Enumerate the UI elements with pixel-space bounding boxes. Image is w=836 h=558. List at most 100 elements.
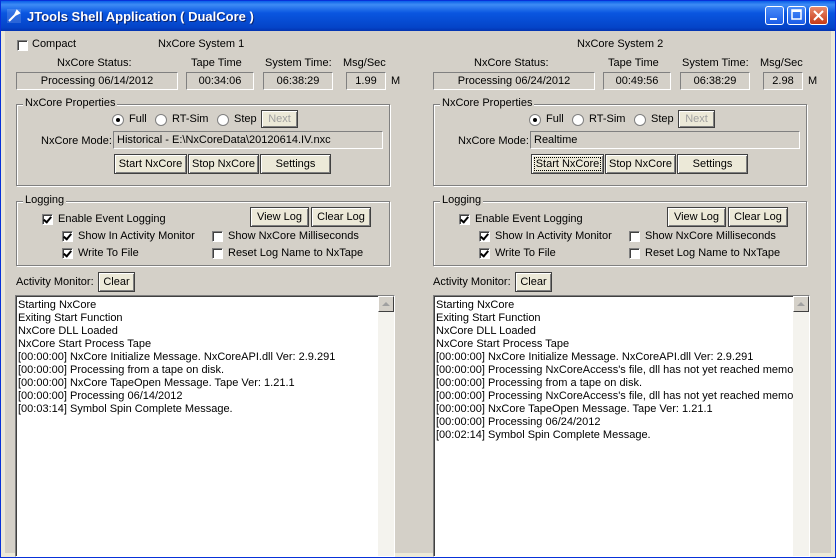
log-line: [00:02:14] Symbol Spin Complete Message. bbox=[436, 429, 651, 441]
show-ms-checkbox[interactable] bbox=[212, 231, 223, 242]
settings-button[interactable]: Settings bbox=[260, 154, 331, 174]
full-radio[interactable] bbox=[112, 114, 124, 126]
maximize-icon bbox=[791, 9, 802, 20]
write-file-label: Write To File bbox=[495, 247, 556, 259]
step-radio[interactable] bbox=[634, 114, 646, 126]
maximize-button[interactable] bbox=[787, 6, 806, 25]
show-ms-checkbox[interactable] bbox=[629, 231, 640, 242]
view-log-button[interactable]: View Log bbox=[667, 207, 726, 227]
activity-log-lines: Starting NxCore Exiting Start Function NxC… bbox=[16, 296, 394, 416]
log-line: [00:00:00] NxCore Initialize Message. Nx… bbox=[436, 351, 754, 363]
system-time-field: 06:38:29 bbox=[680, 72, 750, 90]
msg-sec-label: Msg/Sec bbox=[760, 57, 803, 69]
next-button[interactable]: Next bbox=[261, 110, 298, 128]
log-line: [00:00:00] Processing 06/24/2012 bbox=[436, 416, 601, 428]
start-nxcore-button[interactable]: Start NxCore bbox=[114, 154, 187, 174]
log-line: [00:00:00] Processing NxCoreAccess's fil… bbox=[436, 390, 803, 402]
step-label: Step bbox=[234, 113, 257, 125]
rtsim-radio[interactable] bbox=[155, 114, 167, 126]
step-radio[interactable] bbox=[217, 114, 229, 126]
show-ms-label: Show NxCore Milliseconds bbox=[645, 230, 776, 242]
activity-monitor-label: Activity Monitor: bbox=[433, 276, 511, 288]
log-line: [00:00:00] Processing 06/14/2012 bbox=[18, 390, 183, 402]
clear-log-button[interactable]: Clear Log bbox=[311, 207, 371, 227]
status-field: Processing 06/24/2012 bbox=[433, 72, 595, 90]
log-line: [00:00:00] Processing from a tape on dis… bbox=[436, 377, 643, 389]
activity-log-textarea[interactable]: Starting NxCore Exiting Start Function NxC… bbox=[433, 295, 810, 557]
clear-log-button[interactable]: Clear Log bbox=[728, 207, 788, 227]
enable-logging-label: Enable Event Logging bbox=[58, 213, 166, 225]
nxcore-properties-group: NxCore Properties Full RT-Sim Step Next … bbox=[16, 97, 390, 186]
show-activity-checkbox[interactable] bbox=[479, 231, 490, 242]
log-line: [00:00:00] NxCore Initialize Message. Nx… bbox=[18, 351, 336, 363]
status-field: Processing 06/14/2012 bbox=[16, 72, 178, 90]
nxcore-properties-title: NxCore Properties bbox=[440, 97, 535, 109]
title-bar[interactable]: JTools Shell Application ( DualCore ) bbox=[1, 1, 835, 31]
log-line: Exiting Start Function bbox=[18, 312, 123, 324]
msg-sec-unit: M bbox=[808, 75, 818, 87]
system-1-name: NxCore System 1 bbox=[158, 38, 245, 50]
show-activity-checkbox[interactable] bbox=[62, 231, 73, 242]
full-radio[interactable] bbox=[529, 114, 541, 126]
stop-nxcore-button[interactable]: Stop NxCore bbox=[188, 154, 259, 174]
log-line: Starting NxCore bbox=[436, 299, 515, 311]
show-activity-label: Show In Activity Monitor bbox=[78, 230, 195, 242]
show-activity-label: Show In Activity Monitor bbox=[495, 230, 612, 242]
compact-label: Compact bbox=[32, 38, 77, 50]
nxcore-status-label: NxCore Status: bbox=[57, 57, 132, 69]
minimize-button[interactable] bbox=[765, 6, 784, 25]
log-line: [00:00:00] NxCore TapeOpen Message. Tape… bbox=[18, 377, 295, 389]
activity-clear-button[interactable]: Clear bbox=[515, 272, 552, 292]
view-log-button[interactable]: View Log bbox=[250, 207, 309, 227]
system-time-label: System Time: bbox=[682, 57, 749, 69]
log-line: NxCore DLL Loaded bbox=[436, 325, 536, 337]
arrow-up-icon bbox=[797, 302, 805, 306]
logging-group: Logging Enable Event Logging View Log Cl… bbox=[433, 194, 807, 266]
vertical-scrollbar[interactable] bbox=[378, 296, 394, 556]
write-file-label: Write To File bbox=[78, 247, 139, 259]
tape-time-field: 00:34:06 bbox=[186, 72, 254, 90]
settings-button[interactable]: Settings bbox=[677, 154, 748, 174]
stop-nxcore-button[interactable]: Stop NxCore bbox=[605, 154, 676, 174]
write-file-checkbox[interactable] bbox=[62, 248, 73, 259]
reset-name-checkbox[interactable] bbox=[629, 248, 640, 259]
log-line: [00:00:00] Processing from a tape on dis… bbox=[18, 364, 225, 376]
log-line: Starting NxCore bbox=[18, 299, 97, 311]
logging-title: Logging bbox=[23, 194, 67, 206]
vertical-scrollbar[interactable] bbox=[793, 296, 809, 556]
enable-logging-checkbox[interactable] bbox=[459, 214, 470, 225]
enable-logging-checkbox[interactable] bbox=[42, 214, 53, 225]
start-nxcore-button[interactable]: Start NxCore bbox=[531, 154, 604, 174]
enable-logging-label: Enable Event Logging bbox=[475, 213, 583, 225]
activity-monitor-label: Activity Monitor: bbox=[16, 276, 94, 288]
client-area: Compact NxCore System 1 NxCore Status: T… bbox=[5, 31, 831, 557]
minimize-icon bbox=[770, 18, 777, 20]
log-line: NxCore DLL Loaded bbox=[18, 325, 118, 337]
nxcore-mode-field: Realtime bbox=[530, 131, 800, 149]
system-2-name: NxCore System 2 bbox=[577, 38, 664, 50]
system-time-field: 06:38:29 bbox=[263, 72, 333, 90]
log-line: NxCore Start Process Tape bbox=[436, 338, 570, 350]
activity-clear-button[interactable]: Clear bbox=[98, 272, 135, 292]
application-window: JTools Shell Application ( DualCore ) Co… bbox=[0, 0, 836, 558]
nxcore-mode-label: NxCore Mode: bbox=[41, 135, 112, 147]
reset-name-checkbox[interactable] bbox=[212, 248, 223, 259]
scroll-up-button[interactable] bbox=[793, 296, 809, 312]
nxcore-mode-label: NxCore Mode: bbox=[458, 135, 529, 147]
arrow-up-icon bbox=[382, 302, 390, 306]
compact-checkbox[interactable] bbox=[17, 40, 28, 51]
log-line: NxCore Start Process Tape bbox=[18, 338, 152, 350]
write-file-checkbox[interactable] bbox=[479, 248, 490, 259]
close-button[interactable] bbox=[809, 6, 828, 25]
show-ms-label: Show NxCore Milliseconds bbox=[228, 230, 359, 242]
activity-log-textarea[interactable]: Starting NxCore Exiting Start Function NxC… bbox=[15, 295, 395, 557]
log-line: [00:03:14] Symbol Spin Complete Message. bbox=[18, 403, 233, 415]
rtsim-radio[interactable] bbox=[572, 114, 584, 126]
msg-sec-field: 1.99 bbox=[346, 72, 386, 90]
rtsim-label: RT-Sim bbox=[172, 113, 209, 125]
close-icon bbox=[813, 10, 824, 21]
scroll-up-button[interactable] bbox=[378, 296, 394, 312]
step-label: Step bbox=[651, 113, 674, 125]
next-button[interactable]: Next bbox=[678, 110, 715, 128]
reset-name-label: Reset Log Name to NxTape bbox=[228, 247, 364, 259]
